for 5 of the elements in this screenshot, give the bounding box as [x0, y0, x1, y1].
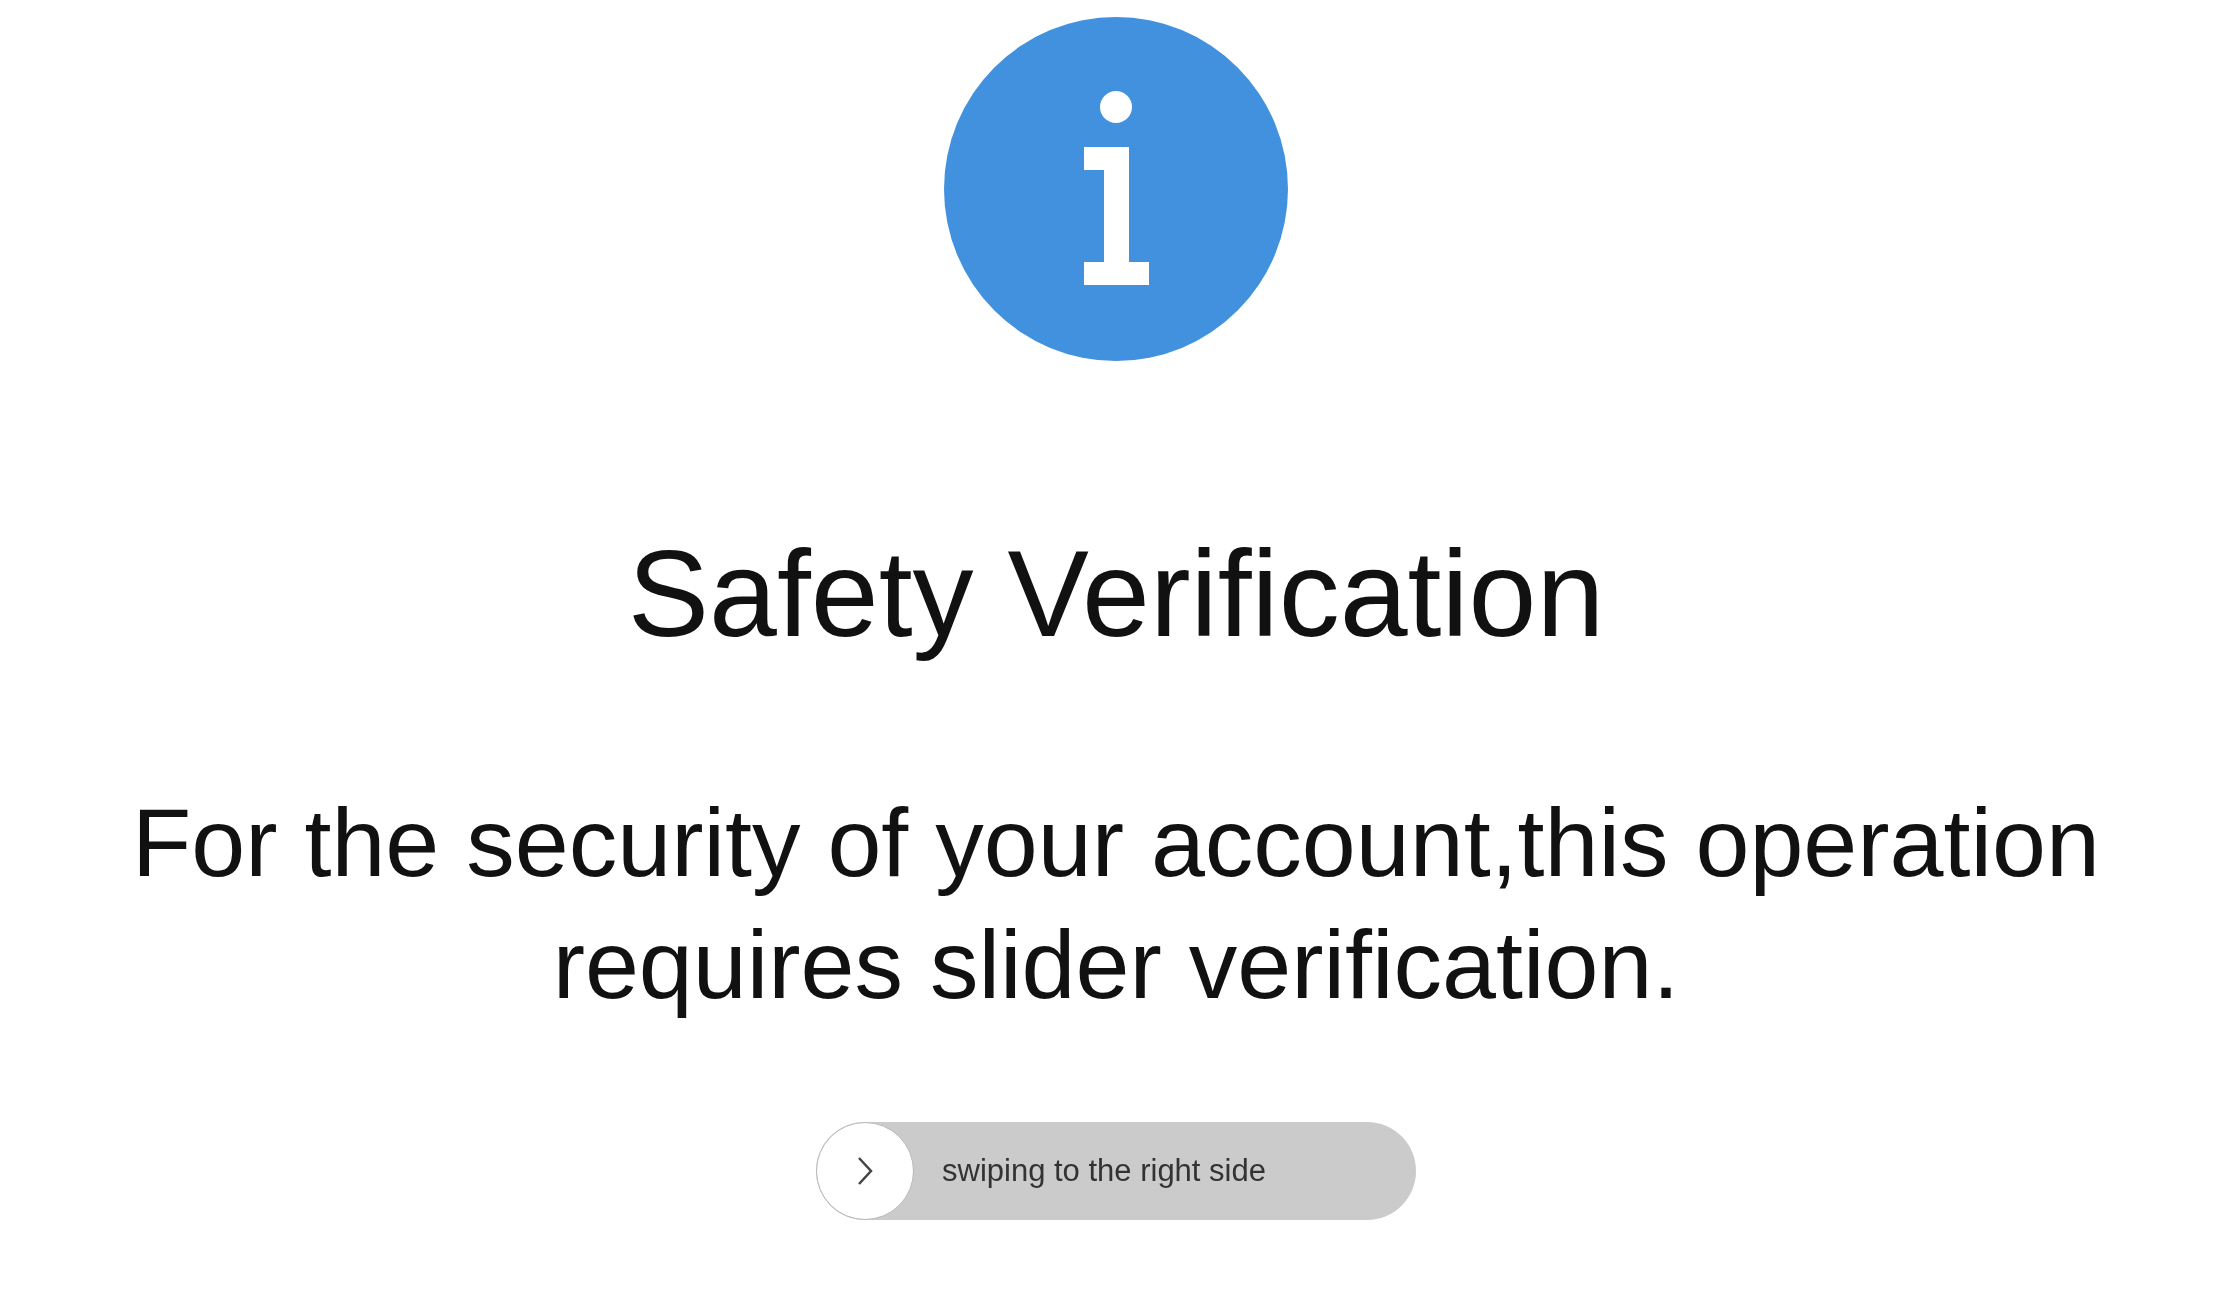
- chevron-right-icon: [857, 1156, 873, 1187]
- security-message: For the security of your account,this operation requires slider verification.: [131, 787, 2101, 1022]
- page-title: Safety Verification: [627, 525, 1605, 664]
- slider-hint: swiping to the right side: [942, 1153, 1266, 1190]
- info-icon: [944, 17, 1288, 361]
